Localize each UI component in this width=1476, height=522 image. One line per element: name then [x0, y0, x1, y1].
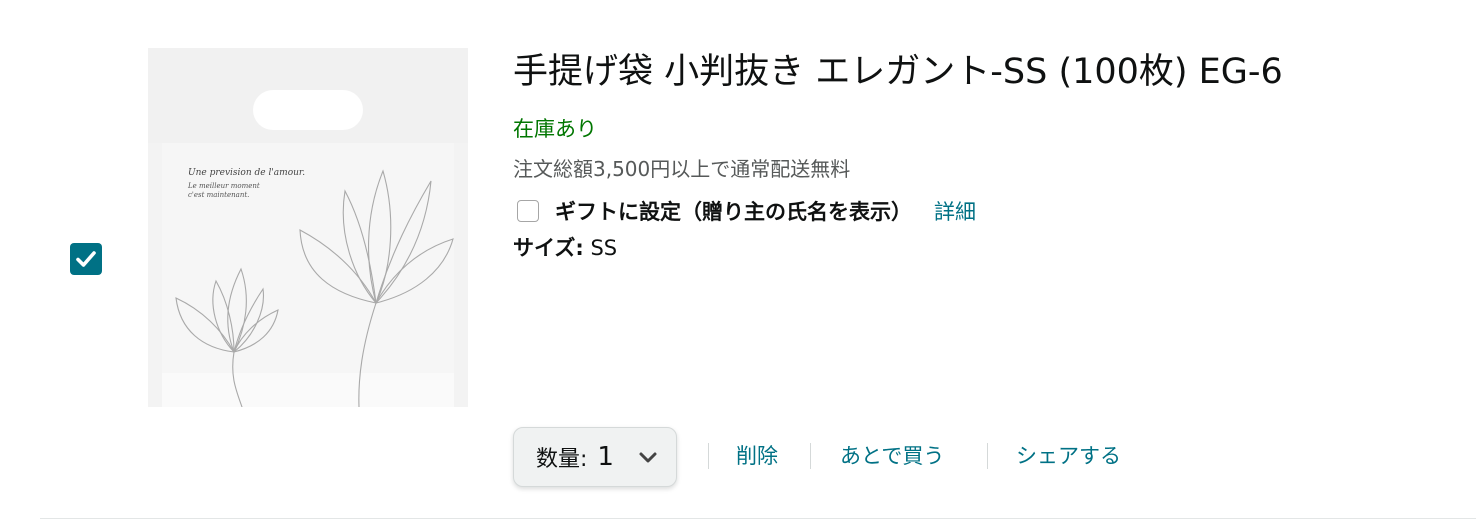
size-row: サイズ: SS	[513, 233, 617, 263]
save-for-later-link[interactable]: あとで買う	[840, 441, 944, 471]
product-title[interactable]: 手提げ袋 小判抜き エレガント-SS (100枚) EG-6	[513, 48, 1283, 96]
separator	[810, 443, 811, 469]
gift-checkbox[interactable]	[517, 200, 539, 222]
quantity-value: 1	[597, 442, 614, 472]
product-image[interactable]: Une prevision de l'amour. Le meilleur mo…	[148, 48, 468, 407]
size-label: サイズ:	[513, 236, 584, 260]
size-value: SS	[590, 236, 618, 260]
gift-details-link[interactable]: 詳細	[934, 196, 976, 226]
item-select-checkbox[interactable]	[70, 243, 102, 275]
separator	[987, 443, 988, 469]
gift-label[interactable]: ギフトに設定（贈り主の氏名を表示）	[555, 196, 912, 226]
delete-link[interactable]: 削除	[736, 441, 778, 471]
item-divider	[40, 518, 1476, 519]
stock-status: 在庫あり	[513, 117, 597, 141]
check-icon	[76, 251, 96, 267]
share-link[interactable]: シェアする	[1016, 441, 1121, 471]
product-image-line1: Une prevision de l'amour.	[188, 168, 305, 178]
quantity-label: 数量:	[536, 447, 588, 472]
shipping-note: 注文総額3,500円以上で通常配送無料	[513, 157, 851, 181]
quantity-dropdown[interactable]: 数量: 1	[513, 427, 677, 487]
separator	[708, 443, 709, 469]
chevron-down-icon	[639, 452, 657, 463]
gift-option-row: ギフトに設定（贈り主の氏名を表示） 詳細	[517, 195, 976, 227]
product-image-line3: c'est maintenant.	[188, 191, 249, 199]
product-image-line2: Le meilleur moment	[187, 182, 260, 190]
